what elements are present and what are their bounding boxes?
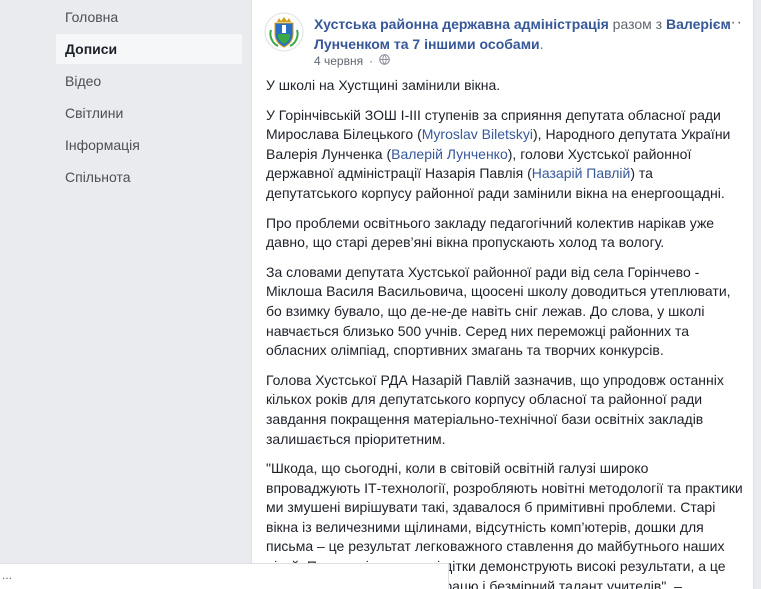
page-sidebar: Головна Дописи Відео Світлини Інформація… — [56, 2, 242, 194]
meta-dot: · — [369, 54, 374, 68]
paragraph: За словами депутата Хустської районної р… — [266, 263, 731, 359]
mention-link[interactable]: Назарій Павлій — [532, 165, 631, 181]
status-bar: ... — [0, 563, 449, 589]
paragraph: У Горінчівській ЗОШ І-ІІІ ступенів за сп… — [266, 106, 744, 204]
sidebar-item-community[interactable]: Спільнота — [56, 162, 242, 192]
post-author-line: Хустська районна державна адміністрація … — [314, 14, 734, 54]
post-content: У школі на Хустщині замінили вікна. У Го… — [266, 76, 744, 589]
sidebar-item-about[interactable]: Інформація — [56, 130, 242, 160]
mention-link[interactable]: Валерій Лунченко — [391, 146, 508, 162]
sidebar-item-home[interactable]: Головна — [56, 2, 242, 32]
globe-icon — [379, 54, 390, 68]
paragraph: У школі на Хустщині замінили вікна. — [266, 77, 501, 93]
with-text: разом з — [608, 16, 663, 32]
status-text: ... — [2, 568, 13, 582]
sidebar-item-posts[interactable]: Дописи — [56, 34, 242, 64]
more-options-icon[interactable]: ··· — [724, 14, 743, 32]
post-meta: 4 червня · — [314, 54, 390, 68]
author-link[interactable]: Хустська районна державна адміністрація — [314, 16, 609, 32]
sidebar-item-photos[interactable]: Світлини — [56, 98, 242, 128]
with-end: . — [539, 36, 544, 52]
page-avatar-crest-icon[interactable] — [264, 12, 304, 52]
sidebar-item-videos[interactable]: Відео — [56, 66, 242, 96]
paragraph: Голова Хустської РДА Назарій Павлій зазн… — [266, 371, 724, 447]
paragraph: Про проблеми освітнього закладу педагогі… — [266, 214, 715, 251]
post-header: Хустська районна державна адміністрація … — [252, 0, 753, 70]
post-card: Хустська районна державна адміністрація … — [251, 0, 754, 589]
post-date[interactable]: 4 червня — [314, 54, 363, 68]
mention-link[interactable]: Myroslav Biletskyi — [422, 126, 533, 142]
